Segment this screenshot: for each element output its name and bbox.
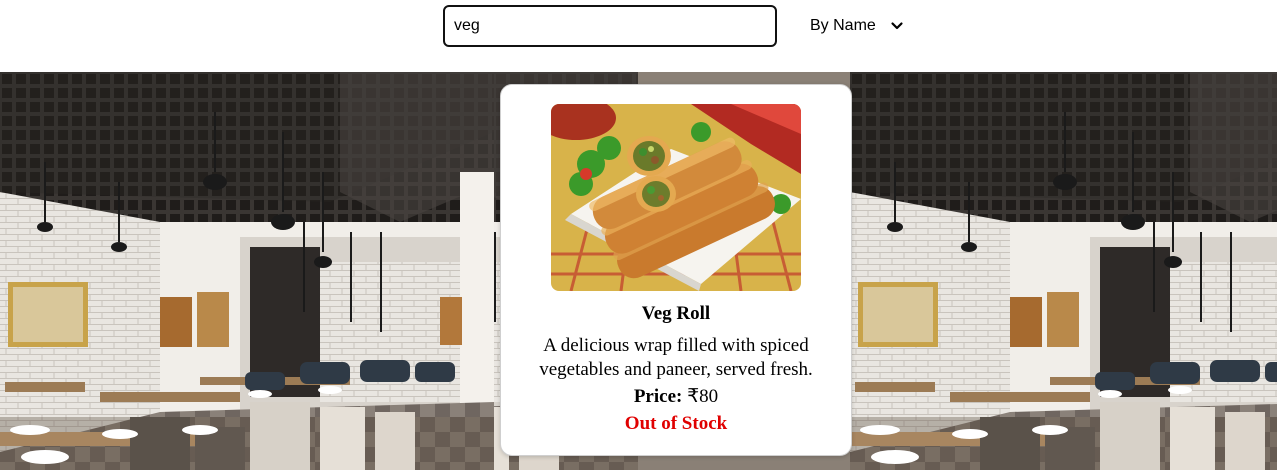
restaurant-photo-right [850,72,1277,470]
search-input[interactable] [443,5,777,47]
product-card[interactable]: Veg Roll A delicious wrap filled with sp… [500,84,852,456]
price-value: ₹80 [687,386,719,407]
stock-status-badge: Out of Stock [624,413,728,434]
chevron-down-icon [890,19,904,33]
header-bar: By Name [0,0,1277,72]
veg-roll-photo [551,104,801,291]
product-price: Price: ₹80 [501,385,851,408]
price-label: Price: [633,386,683,407]
product-name: Veg Roll [641,303,711,324]
sort-selected-label: By Name [810,17,876,34]
sort-dropdown[interactable]: By Name [800,5,916,47]
product-description: A delicious wrap filled with spiced vege… [539,335,813,380]
restaurant-photo-left [0,72,494,470]
